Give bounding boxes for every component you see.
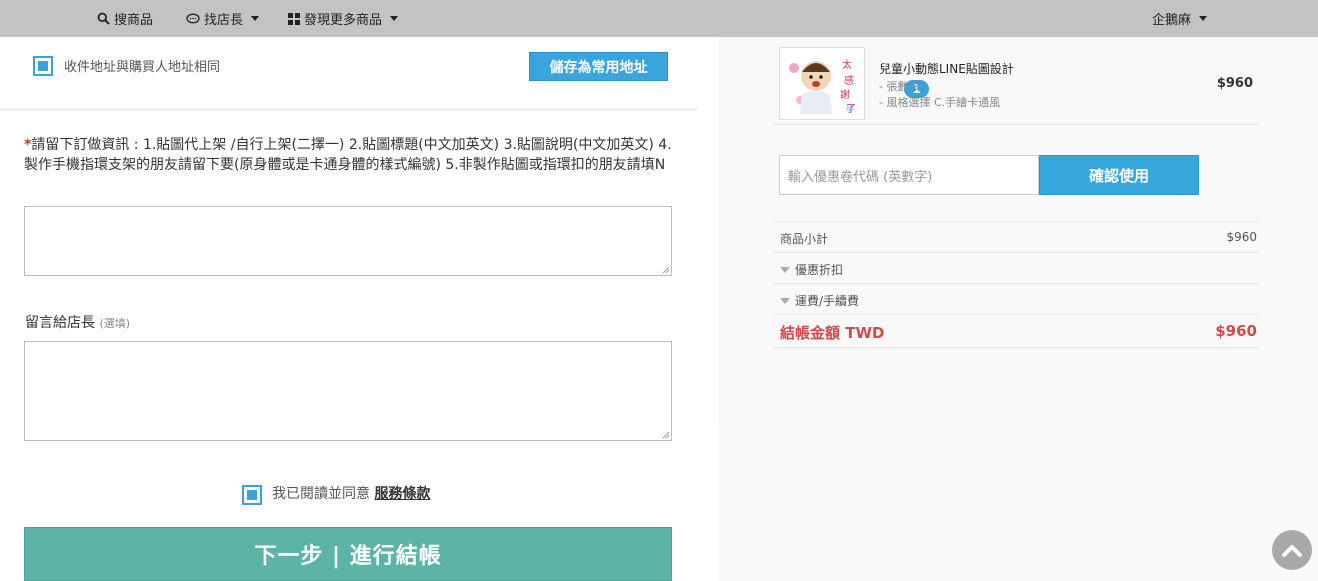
discount-row[interactable]: 優惠折扣 [773,252,1260,283]
cart-item: 太 感 謝 了 1 兒童小動態LINE貼圖設計 - 張數 8 - 風格選擇 C.… [773,37,1260,125]
coupon-placeholder: 輸入優惠卷代碼 (英數字) [788,169,933,185]
terms-checkbox[interactable] [242,485,262,505]
product-name[interactable]: 兒童小動態LINE貼圖設計 [879,60,1014,77]
product-thumbnail[interactable]: 太 感 謝 了 [779,47,865,120]
optional-tag: (選填) [99,317,131,330]
caret-down-icon [780,297,790,304]
nav-find-shop[interactable]: 找店長 [186,0,260,37]
terms-link[interactable]: 服務條款 [374,486,430,502]
order-note-textarea[interactable] [24,206,672,276]
save-address-button[interactable]: 儲存為常用地址 [529,52,668,81]
nav-discover-more[interactable]: 發現更多商品 [288,0,399,37]
product-image: 太 感 謝 了 [780,48,864,119]
total-label: 結帳金額 TWD [780,324,885,342]
order-note-prompt: *請留下訂做資訊 : 1.貼圖代上架 /自行上架(二擇一) 2.貼圖標題(中文加… [24,135,674,175]
next-checkout-button[interactable]: 下一步 | 進行結帳 [24,527,672,581]
top-nav-bar: 搜商品 找店長 發現更多商品 企鵝麻 [0,0,1318,37]
chevron-down-icon [390,16,399,21]
thumb-text-2: 感 [844,74,854,87]
discount-toggle[interactable]: 優惠折扣 [780,261,843,278]
caret-down-icon [780,266,790,273]
terms-text: 我已閱讀並同意 [272,486,370,502]
thumb-text-4: 了 [846,103,856,115]
grid-icon [288,12,300,25]
nav-user-menu[interactable]: 企鵝麻 [1152,0,1208,37]
resize-grip-icon[interactable] [662,266,670,274]
address-row: 收件地址與購買人地址相同 儲存為常用地址 [0,37,698,111]
checkbox-checked-mark [247,490,257,500]
search-icon [97,12,110,25]
message-textarea[interactable] [24,341,672,441]
user-name: 企鵝麻 [1152,13,1192,28]
checkbox-checked-mark [38,61,48,71]
order-note-text: 請留下訂做資訊 : 1.貼圖代上架 /自行上架(二擇一) 2.貼圖標題(中文加英… [24,137,672,173]
message-label-text: 留言給店長 [25,315,95,331]
nav-search-label: 搜商品 [114,13,154,28]
total-value: $960 [1215,322,1257,340]
product-price: $960 [1216,76,1253,91]
nav-search-products[interactable]: 搜商品 [97,0,153,37]
subtotal-label: 商品小計 [780,232,829,246]
message-label: 留言給店長 (選填) [25,312,130,332]
nav-find-shop-label: 找店長 [204,13,244,28]
nav-discover-label: 發現更多商品 [304,13,383,28]
chat-bubble-icon [186,13,200,23]
subtotal-value: $960 [1226,230,1257,244]
chevron-down-icon [251,16,260,21]
thumb-text-3: 謝 [840,88,850,101]
thumb-text-1: 太 [842,58,852,71]
cart-summary-area: 太 感 謝 了 1 兒童小動態LINE貼圖設計 - 張數 8 - 風格選擇 C.… [718,37,1318,427]
same-address-checkbox[interactable] [33,56,53,76]
shipping-toggle[interactable]: 運費/手續費 [780,292,859,309]
apply-coupon-button[interactable]: 確認使用 [1039,155,1199,195]
subtotal-row: 商品小計 $960 [773,221,1260,252]
shipping-row[interactable]: 運費/手續費 [773,283,1260,314]
terms-agree-text: 我已閱讀並同意 服務條款 [272,484,430,504]
product-spec-count: - 張數 8 [879,80,919,93]
resize-grip-icon[interactable] [662,431,670,439]
coupon-input[interactable]: 輸入優惠卷代碼 (英數字) [779,155,1039,195]
chevron-down-icon [1199,16,1208,21]
same-address-label: 收件地址與購買人地址相同 [64,60,221,75]
product-spec-style: - 風格選擇 C.手繪卡通風 [879,96,1001,109]
scroll-to-top-button[interactable] [1272,530,1312,570]
chevron-up-icon [1282,545,1302,557]
checkout-form: 收件地址與購買人地址相同 儲存為常用地址 *請留下訂做資訊 : 1.貼圖代上架 … [0,37,718,581]
total-row: 結帳金額 TWD $960 [773,314,1260,348]
shipping-label: 運費/手續費 [795,294,860,308]
cart-summary-panel: 太 感 謝 了 1 兒童小動態LINE貼圖設計 - 張數 8 - 風格選擇 C.… [718,37,1318,581]
discount-label: 優惠折扣 [795,263,844,277]
